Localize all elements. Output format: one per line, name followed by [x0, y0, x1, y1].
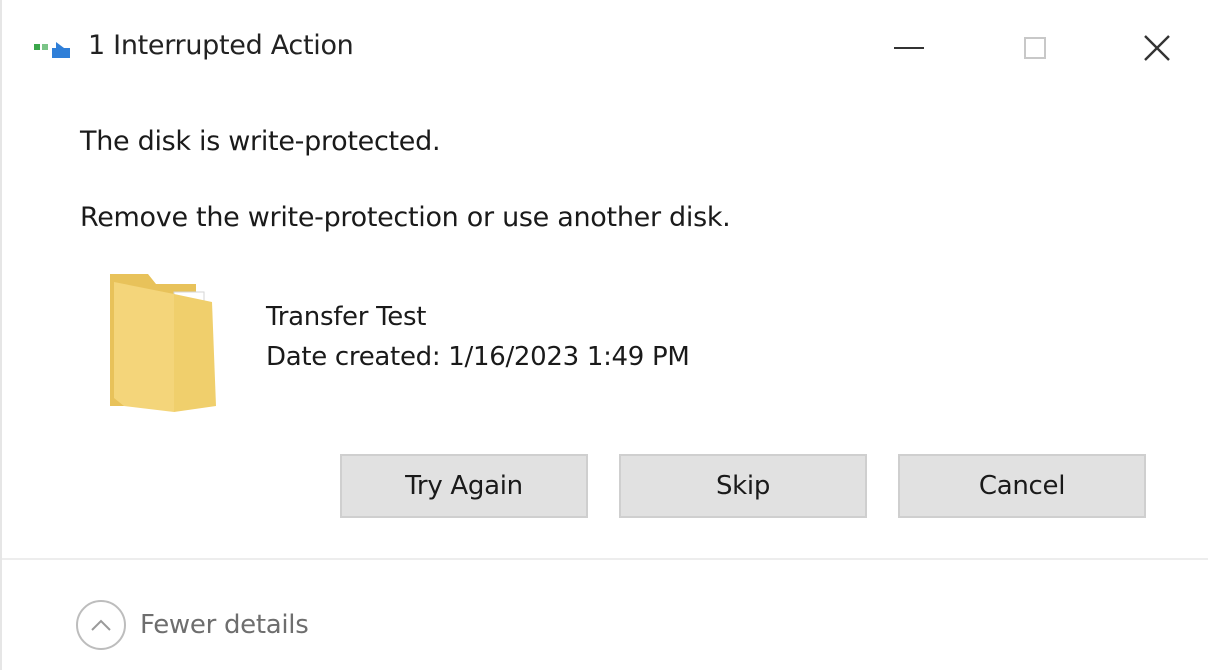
try-again-button[interactable]: Try Again	[340, 454, 588, 518]
interrupted-action-dialog: 1 Interrupted Action The disk is write-p…	[0, 0, 1208, 670]
close-button[interactable]	[1122, 20, 1192, 76]
minimize-icon	[894, 47, 924, 49]
maximize-button[interactable]	[1000, 20, 1070, 76]
error-instruction: Remove the write-protection or use anoth…	[80, 202, 731, 233]
skip-button[interactable]: Skip	[619, 454, 867, 518]
file-move-icon	[34, 42, 70, 58]
fewer-details-toggle[interactable]: Fewer details	[76, 600, 309, 650]
file-date-created: Date created: 1/16/2023 1:49 PM	[266, 342, 690, 372]
file-name: Transfer Test	[266, 302, 427, 332]
folder-icon	[110, 274, 216, 412]
error-message: The disk is write-protected.	[80, 126, 441, 157]
close-icon	[1144, 35, 1170, 61]
chevron-up-icon	[76, 600, 126, 650]
minimize-button[interactable]	[874, 20, 944, 76]
maximize-icon	[1024, 37, 1046, 59]
cancel-button[interactable]: Cancel	[898, 454, 1146, 518]
fewer-details-label: Fewer details	[140, 610, 309, 640]
title-bar[interactable]: 1 Interrupted Action	[2, 0, 1208, 96]
dialog-footer: Fewer details	[2, 558, 1208, 670]
window-title: 1 Interrupted Action	[88, 30, 354, 61]
